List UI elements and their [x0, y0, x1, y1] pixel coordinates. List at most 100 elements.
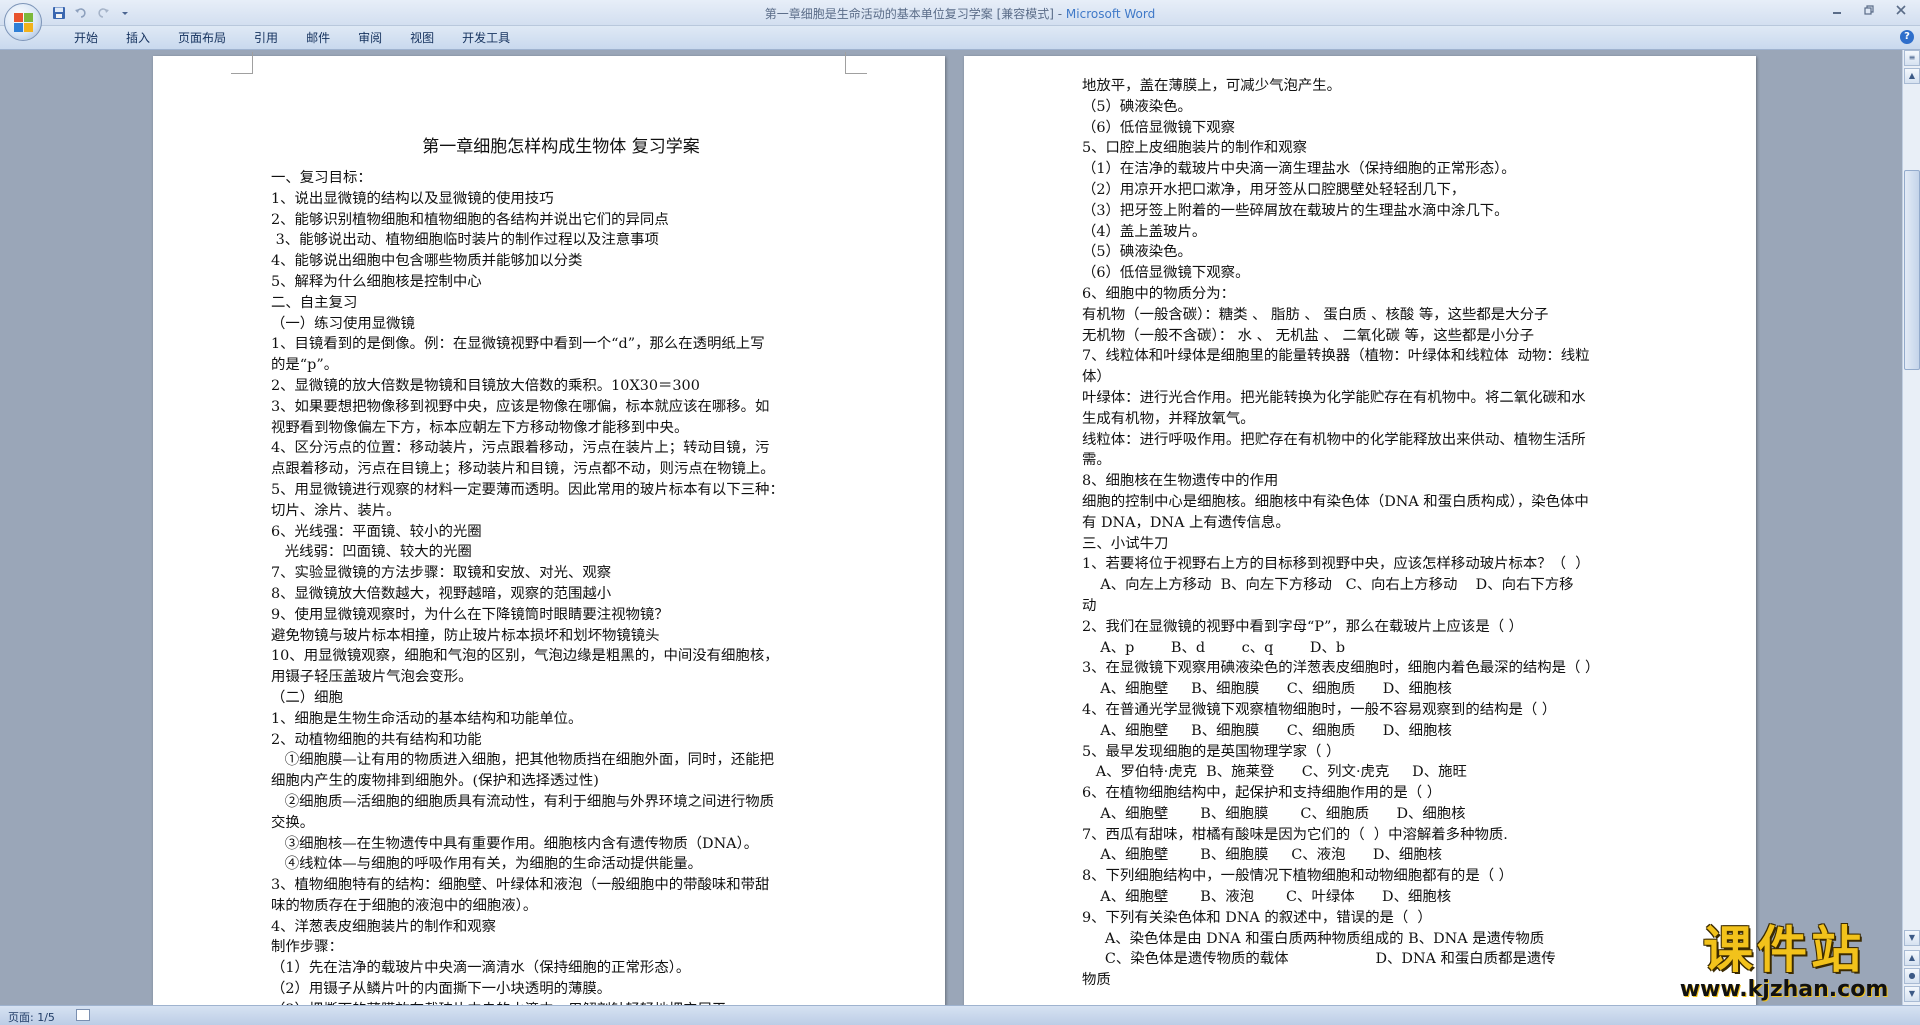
text-line: A、细胞壁 B、细胞膜 C、细胞质 D、细胞核 — [1082, 681, 1452, 698]
text-line: 5、口腔上皮细胞装片的制作和观察 — [1082, 140, 1308, 157]
text-line: 切片、涂片、装片。 — [271, 502, 401, 519]
text-line: 动 — [1082, 597, 1097, 614]
text-line: 一、复习目标： — [271, 170, 372, 186]
text-line: 1、若要将位于视野右上方的目标移到视野中央，应该怎样移动玻片标本？（ ） — [1082, 556, 1590, 573]
text-line: （6）低倍显微镜下观察 — [1082, 119, 1236, 136]
text-line: （5）碘液染色。 — [1082, 244, 1192, 261]
text-line: （1）先在洁净的载玻片中央滴一滴清水（保持细胞的正常形态）。 — [271, 960, 691, 977]
text-line: 光线弱：凹面镜、较大的光圈 — [271, 544, 472, 561]
app-name: Microsoft Word — [1065, 7, 1156, 21]
tab-review[interactable]: 审阅 — [344, 30, 396, 46]
office-button[interactable] — [4, 3, 42, 41]
text-line: A、细胞壁 B、细胞膜 C、细胞质 D、细胞核 — [1082, 722, 1452, 739]
text-line: 9、下列有关染色体和 DNA 的叙述中，错误的是（ ） — [1082, 909, 1432, 926]
page-1-text[interactable]: 第一章细胞怎样构成生物体 复习学案 一、复习目标： 1、说出显微镜的结构以及显微镜… — [271, 134, 831, 1005]
text-line: 用镊子轻压盖玻片气泡会变形。 — [271, 669, 473, 686]
text-line: 5、最早发现细胞的是英国物理学家（ ） — [1082, 743, 1341, 760]
proofing-icon[interactable] — [76, 1009, 90, 1021]
text-line: 叶绿体：进行光合作用。把光能转换为化学能贮存在有机物中。将二氧化碳和水 — [1082, 389, 1586, 406]
tab-view[interactable]: 视图 — [396, 30, 448, 46]
office-logo-icon — [14, 13, 34, 33]
restore-button[interactable] — [1858, 3, 1880, 21]
text-line: A、染色体是由 DNA 和蛋白质两种物质组成的 B、DNA 是遗传物质 — [1082, 930, 1545, 947]
text-line: 交换。 — [271, 814, 315, 831]
tab-references[interactable]: 引用 — [240, 30, 292, 46]
text-line: 生成有机物，并释放氧气。 — [1082, 410, 1255, 427]
text-line: 体） — [1082, 369, 1111, 386]
minimize-button[interactable] — [1826, 3, 1848, 21]
text-line: （2）用凉开水把口漱净，用牙签从口腔腮壁处轻轻刮几下， — [1082, 181, 1466, 198]
scroll-thumb[interactable] — [1904, 170, 1920, 370]
ribbon-tabs: 开始 插入 页面布局 引用 邮件 审阅 视图 开发工具 — [60, 30, 524, 46]
text-line: ①细胞膜—让有用的物质进入细胞，把其他物质挡在细胞外面，同时，还能把 — [271, 752, 775, 769]
text-line: （1）在洁净的载玻片中央滴一滴生理盐水（保持细胞的正常形态）。 — [1082, 161, 1516, 178]
text-line: 5、用显微镜进行观察的材料一定要薄而透明。因此常用的玻片标本有以下三种： — [271, 481, 784, 498]
right-text-lines: 地放平，盖在薄膜上，可减少气泡产生。 （5）碘液染色。 （6）低倍显微镜下观察 5、口… — [1082, 76, 1642, 991]
text-line: 3、如果要想把物像移到视野中央，应该是物像在哪偏，标本就应该在哪移。如 — [271, 398, 770, 415]
text-line: 避免物镜与玻片标本相撞，防止玻片标本损坏和划坏物镜镜头 — [271, 627, 660, 644]
text-line: 7、西瓜有甜味，柑橘有酸味是因为它们的（ ）中溶解着多种物质. — [1082, 826, 1508, 843]
watermark-text: 课件站 — [1703, 920, 1865, 979]
previous-page-button[interactable]: ▲ — [1904, 950, 1920, 966]
text-line: 视野看到物像偏左下方，标本应朝左下方移动物像才能移到中央。 — [271, 419, 689, 436]
text-line: 4、洋葱表皮细胞装片的制作和观察 — [271, 918, 497, 935]
text-line: 三、小试牛刀 — [1082, 535, 1169, 552]
ruler-toggle-icon[interactable]: ≡ — [1904, 50, 1920, 66]
text-line: C、染色体是遗传物质的载体 D、DNA 和蛋白质都是遗传 — [1082, 951, 1556, 968]
text-line: 8、下列细胞结构中，一般情况下植物细胞和动物细胞都有的是（ ） — [1082, 868, 1514, 885]
text-line: 2、显微镜的放大倍数是物镜和目镜放大倍数的乘积。10X30＝300 — [271, 377, 700, 394]
text-line: 3、在显微镜下观察用碘液染色的洋葱表皮细胞时，细胞内着色最深的结构是（ ） — [1082, 660, 1600, 677]
page-1: 第一章细胞怎样构成生物体 复习学案 一、复习目标： 1、说出显微镜的结构以及显微镜… — [153, 52, 945, 1005]
page-2: 地放平，盖在薄膜上，可减少气泡产生。 （5）碘液染色。 （6）低倍显微镜下观察 5、口… — [964, 56, 1756, 1005]
page-2-text[interactable]: 地放平，盖在薄膜上，可减少气泡产生。 （5）碘液染色。 （6）低倍显微镜下观察 5、口… — [1082, 76, 1642, 991]
help-icon[interactable]: ? — [1900, 30, 1914, 44]
text-line: 6、细胞中的物质分为： — [1082, 285, 1236, 302]
tab-page-layout[interactable]: 页面布局 — [164, 30, 240, 46]
next-page-button[interactable]: ▼ — [1904, 986, 1920, 1002]
text-line: ②细胞质—活细胞的细胞质具有流动性，有利于细胞与外界环境之间进行物质 — [271, 793, 775, 810]
text-line: 4、在普通光学显微镜下观察植物细胞时，一般不容易观察到的结构是（ ） — [1082, 701, 1557, 718]
scroll-down-button[interactable]: ▼ — [1904, 930, 1920, 946]
text-line: （2）用镊子从鳞片叶的内面撕下一小块透明的薄膜。 — [271, 981, 612, 998]
tab-mailings[interactable]: 邮件 — [292, 30, 344, 46]
text-line: 5、解释为什么细胞核是控制中心 — [271, 273, 482, 290]
text-line: 8、细胞核在生物遗传中的作用 — [1082, 473, 1279, 490]
tab-home[interactable]: 开始 — [60, 30, 112, 46]
margin-mark — [231, 52, 253, 74]
text-line: （4）盖上盖玻片。 — [1082, 223, 1207, 240]
text-line: 4、区分污点的位置：移动装片，污点跟着移动，污点在装片上；转动目镜，污 — [271, 440, 770, 457]
text-line: 2、我们在显微镜的视野中看到字母“P”，那么在载玻片上应该是（ ） — [1082, 618, 1524, 635]
window-title: 第一章细胞是生命活动的基本单位复习学案 [兼容模式] - Microsoft W… — [0, 5, 1920, 22]
text-line: 的是“p”。 — [271, 357, 339, 374]
text-line: 8、显微镜放大倍数越大，视野越暗，观察的范围越小 — [271, 585, 612, 602]
site-watermark: 课件站 www.kjzhan.com — [1664, 922, 1904, 1002]
select-browse-object-button[interactable]: ● — [1904, 968, 1920, 984]
text-line: （3）把牙签上附着的一些碎屑放在载玻片的生理盐水滴中涂几下。 — [1082, 202, 1509, 219]
close-button[interactable] — [1890, 3, 1912, 21]
text-line: A、罗伯特·虎克 B、施莱登 C、列文·虎克 D、施旺 — [1082, 764, 1467, 781]
text-line: 3、植物细胞特有的结构：细胞壁、叶绿体和液泡（一般细胞中的带酸味和带甜 — [271, 877, 770, 894]
text-line: 1、目镜看到的是倒像。例：在显微镜视野中看到一个“d”，那么在透明纸上写 — [271, 336, 765, 353]
text-line: 1、细胞是生物生命活动的基本结构和功能单位。 — [271, 710, 583, 727]
tab-developer[interactable]: 开发工具 — [448, 30, 524, 46]
tab-insert[interactable]: 插入 — [112, 30, 164, 46]
text-line: （6）低倍显微镜下观察。 — [1082, 265, 1250, 282]
document-name: 第一章细胞是生命活动的基本单位复习学案 [兼容模式] - — [764, 7, 1066, 21]
text-line: 点跟着移动，污点在目镜上；移动装片和目镜，污点都不动，则污点在物镜上。 — [271, 461, 775, 478]
text-line: 3、能够说出动、植物细胞临时装片的制作过程以及注意事项 — [271, 232, 659, 249]
status-bar: 页面: 1/5 — [0, 1005, 1920, 1025]
text-line: （二）细胞 — [271, 689, 343, 706]
text-line: A、细胞壁 B、液泡 C、叶绿体 D、细胞核 — [1082, 889, 1452, 906]
vertical-scrollbar[interactable]: ≡ ▲ ▼ ▲ ● ▼ — [1902, 50, 1920, 1005]
text-line: 二、自主复习 — [271, 294, 358, 311]
window-controls — [1826, 3, 1912, 21]
text-line: 有 DNA，DNA 上有遗传信息。 — [1082, 514, 1290, 531]
text-line: 无机物（一般不含碳）： 水 、 无机盐 、 二氧化碳 等，这些都是小分子 — [1082, 327, 1534, 344]
ribbon: 开始 插入 页面布局 引用 邮件 审阅 视图 开发工具 ? — [0, 26, 1920, 50]
text-line: 10、用显微镜观察，细胞和气泡的区别，气泡边缘是粗黑的，中间没有细胞核， — [271, 648, 779, 665]
text-line: ④线粒体—与细胞的呼吸作用有关，为细胞的生命活动提供能量。 — [271, 856, 703, 873]
scroll-up-button[interactable]: ▲ — [1904, 68, 1920, 84]
page-count[interactable]: 页面: 1/5 — [8, 1009, 55, 1025]
text-line: 细胞内产生的废物排到细胞外。(保护和选择透过性) — [271, 773, 599, 790]
title-bar: 第一章细胞是生命活动的基本单位复习学案 [兼容模式] - Microsoft W… — [0, 0, 1920, 26]
